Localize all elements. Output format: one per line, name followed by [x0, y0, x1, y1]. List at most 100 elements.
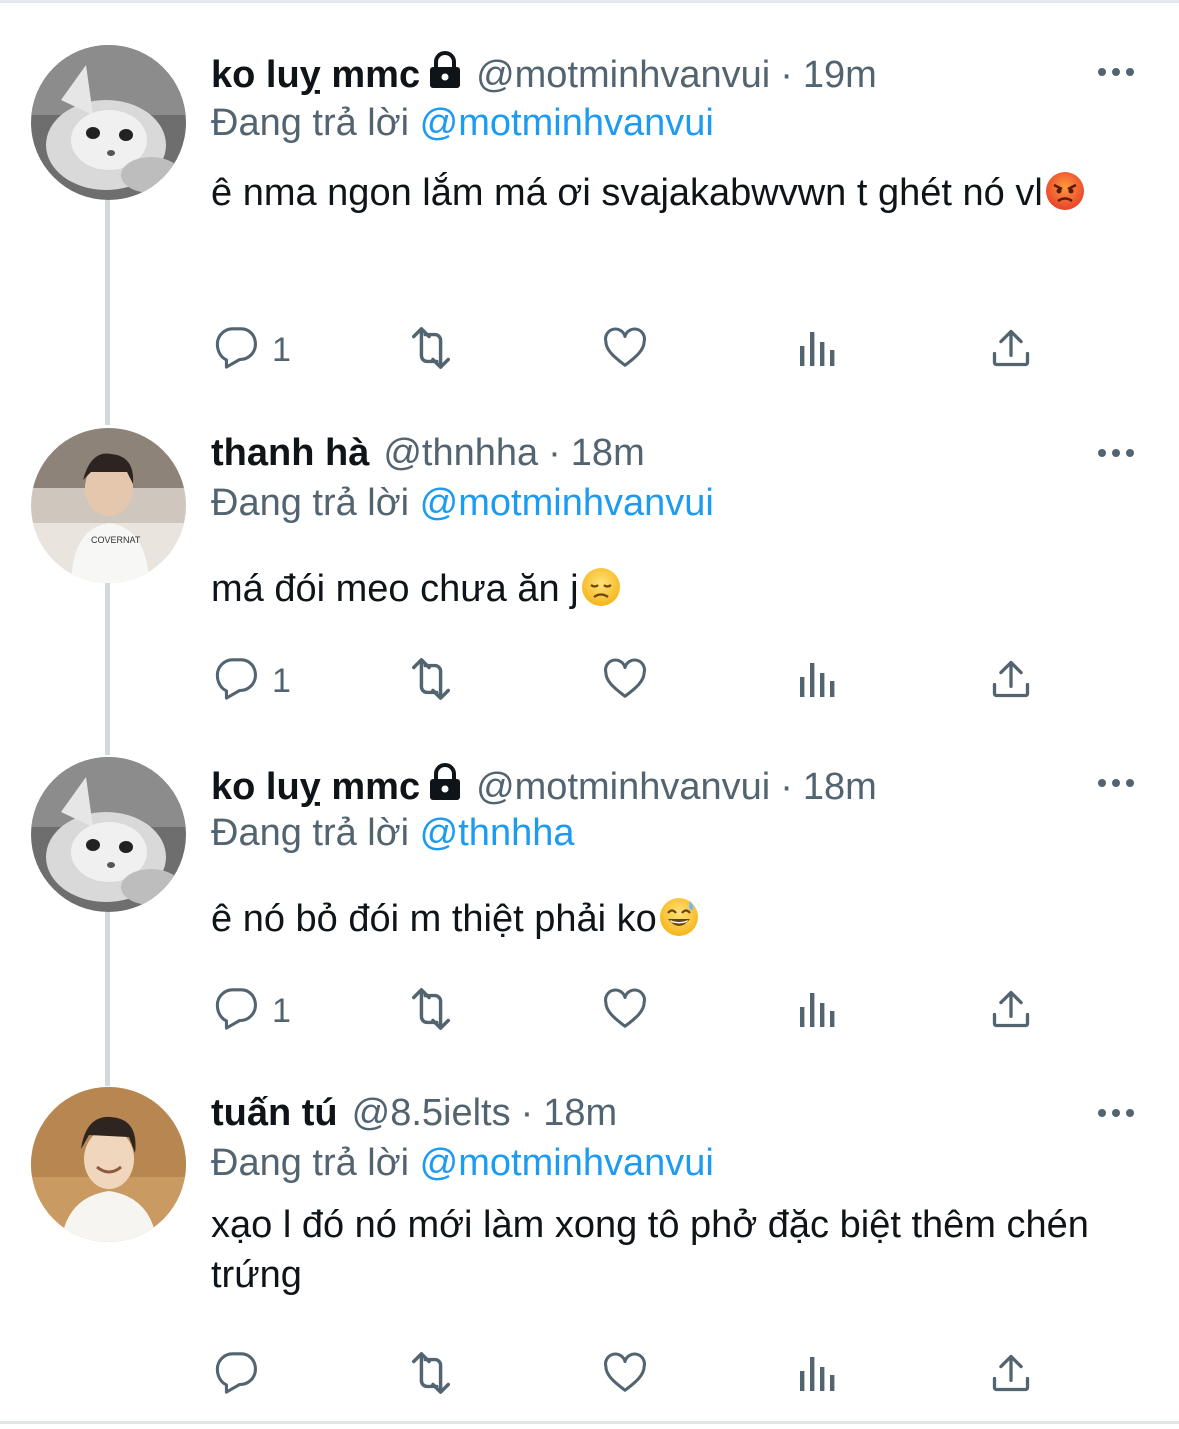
- reply-count: 1: [272, 661, 291, 700]
- like-icon: [601, 986, 649, 1037]
- reply-mention[interactable]: @motminhvanvui: [420, 1142, 714, 1184]
- retweet-button[interactable]: [403, 651, 459, 711]
- thread-line: [105, 200, 110, 425]
- more-icon[interactable]: [1096, 62, 1136, 82]
- timestamp[interactable]: 18m: [543, 1092, 617, 1135]
- user-handle[interactable]: @8.5ielts: [352, 1092, 511, 1135]
- reply-mention[interactable]: @motminhvanvui: [420, 102, 714, 144]
- share-button[interactable]: [989, 320, 1033, 380]
- like-button[interactable]: [601, 1345, 649, 1405]
- like-button[interactable]: [601, 981, 649, 1041]
- replying-to-label: Đang trả lời: [211, 1142, 410, 1184]
- views-button[interactable]: [798, 651, 838, 711]
- replying-to-label: Đang trả lời: [211, 812, 410, 854]
- reply-icon: [214, 1350, 260, 1401]
- angry-face-emoji: [1045, 164, 1085, 210]
- tweet-text: má đói meo chưa ăn j: [211, 554, 1161, 624]
- tweet-text: ê nma ngon lắm má ơi svajakabwvwn t ghét…: [211, 158, 1161, 228]
- separator-dot: ·: [520, 1091, 534, 1134]
- tweet-text-content: má đói meo chưa ăn j: [211, 568, 579, 610]
- replying-to: Đang trả lời @motminhvanvui: [211, 1142, 714, 1185]
- timestamp[interactable]: 18m: [803, 766, 877, 809]
- tweet-text: xạo l đó nó mới làm xong tô phở đặc biệt…: [211, 1200, 1161, 1300]
- separator-dot: ·: [548, 431, 561, 474]
- reply-button[interactable]: [214, 1345, 272, 1405]
- avatar[interactable]: [31, 45, 186, 200]
- display-name[interactable]: ko luỵ mmc: [211, 766, 420, 809]
- user-handle[interactable]: @motminhvanvui: [476, 54, 770, 97]
- replying-to: Đang trả lời @motminhvanvui: [211, 482, 714, 525]
- like-icon: [601, 656, 649, 707]
- share-icon: [989, 1351, 1033, 1400]
- retweet-icon: [403, 1350, 459, 1401]
- tweet-actions: 1: [0, 320, 1179, 380]
- reply-icon: [214, 325, 260, 376]
- share-icon: [989, 987, 1033, 1036]
- share-button[interactable]: [989, 981, 1033, 1041]
- user-handle[interactable]: @thnhha: [383, 432, 538, 475]
- reply-button[interactable]: 1: [214, 651, 291, 711]
- more-icon[interactable]: [1096, 1103, 1136, 1123]
- tweet-actions: 1: [0, 981, 1179, 1041]
- replying-to: Đang trả lời @motminhvanvui: [211, 102, 714, 145]
- replying-to-label: Đang trả lời: [211, 102, 410, 144]
- timestamp[interactable]: 19m: [803, 54, 877, 97]
- user-handle[interactable]: @motminhvanvui: [476, 766, 770, 809]
- reply-count: 1: [272, 330, 291, 369]
- views-icon: [798, 989, 838, 1034]
- more-icon[interactable]: [1096, 443, 1136, 463]
- top-divider: [0, 0, 1179, 3]
- retweet-button[interactable]: [403, 981, 459, 1041]
- retweet-icon: [403, 986, 459, 1037]
- display-name[interactable]: tuấn tú: [211, 1092, 338, 1135]
- like-button[interactable]: [601, 320, 649, 380]
- avatar[interactable]: [31, 1087, 186, 1242]
- separator-dot: ·: [780, 765, 793, 808]
- reply-mention[interactable]: @motminhvanvui: [420, 482, 714, 524]
- share-button[interactable]: [989, 651, 1033, 711]
- share-button[interactable]: [989, 1345, 1033, 1405]
- display-name[interactable]: ko luỵ mmc: [211, 54, 420, 97]
- share-icon: [989, 326, 1033, 375]
- disappointed-face-emoji: [581, 560, 621, 606]
- share-icon: [989, 657, 1033, 706]
- tweet-actions: 1: [0, 651, 1179, 711]
- reply-icon: [214, 656, 260, 707]
- reply-icon: [214, 986, 260, 1037]
- retweet-icon: [403, 656, 459, 707]
- avatar[interactable]: [31, 757, 186, 912]
- replying-to-label: Đang trả lời: [211, 482, 410, 524]
- reply-count: 1: [272, 991, 291, 1030]
- lock-icon: [428, 763, 462, 811]
- reply-button[interactable]: 1: [214, 981, 291, 1041]
- tweet-text-content: ê nó bỏ đói m thiệt phải ko: [211, 898, 657, 940]
- avatar[interactable]: COVERNAT: [31, 428, 186, 583]
- tweet-text-content: xạo l đó nó mới làm xong tô phở đặc biệt…: [211, 1204, 1089, 1296]
- like-icon: [601, 1350, 649, 1401]
- grinning-sweat-face-emoji: [659, 890, 699, 936]
- separator-dot: ·: [780, 53, 793, 96]
- tweet-text-content: ê nma ngon lắm má ơi svajakabwvwn t ghét…: [211, 172, 1043, 214]
- views-icon: [798, 659, 838, 704]
- bottom-divider: [0, 1421, 1179, 1424]
- views-button[interactable]: [798, 981, 838, 1041]
- svg-text:COVERNAT: COVERNAT: [91, 535, 141, 545]
- lock-icon: [428, 51, 462, 99]
- views-button[interactable]: [798, 320, 838, 380]
- views-button[interactable]: [798, 1345, 838, 1405]
- more-icon[interactable]: [1096, 773, 1136, 793]
- like-icon: [601, 325, 649, 376]
- timestamp[interactable]: 18m: [571, 432, 645, 475]
- retweet-button[interactable]: [403, 320, 459, 380]
- views-icon: [798, 1353, 838, 1398]
- display-name[interactable]: thanh hà: [211, 432, 369, 475]
- reply-mention[interactable]: @thnhha: [420, 812, 575, 854]
- retweet-button[interactable]: [403, 1345, 459, 1405]
- tweet-text: ê nó bỏ đói m thiệt phải ko: [211, 884, 1161, 954]
- reply-button[interactable]: 1: [214, 320, 291, 380]
- replying-to: Đang trả lời @thnhha: [211, 812, 574, 855]
- like-button[interactable]: [601, 651, 649, 711]
- retweet-icon: [403, 325, 459, 376]
- tweet-actions: [0, 1345, 1179, 1405]
- views-icon: [798, 328, 838, 373]
